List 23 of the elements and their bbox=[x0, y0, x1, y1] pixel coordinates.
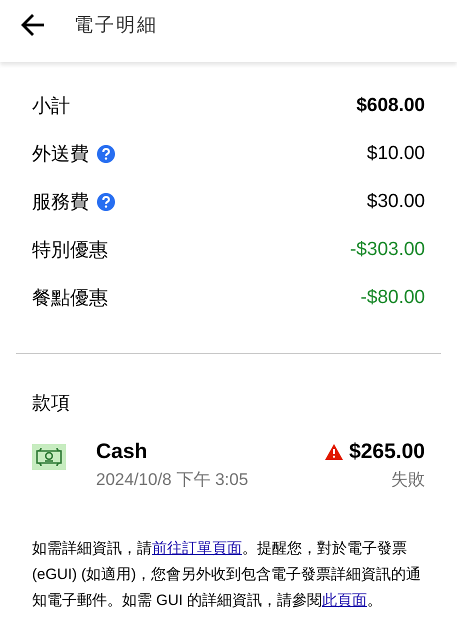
fee-label: 餐點優惠 bbox=[32, 287, 108, 311]
fee-amount: $608.00 bbox=[356, 95, 425, 117]
fee-amount: $10.00 bbox=[366, 143, 425, 165]
payment-method: Cash bbox=[96, 439, 148, 465]
fee-amount: $30.00 bbox=[366, 191, 425, 213]
help-icon[interactable] bbox=[97, 145, 115, 163]
page-link[interactable]: 此頁面 bbox=[322, 592, 368, 609]
info-paragraph: 如需詳細資訊，請前往訂單頁面。提醒您，對於電子發票 (eGUI) (如適用)，您會另外收到包含電子發票詳細資訊的通知電子郵件。如需 GUI 的詳細資訊，請參閱此頁面。 bbox=[32, 539, 422, 611]
fee-amount: -$80.00 bbox=[360, 287, 425, 309]
fee-label: 外送費 bbox=[32, 143, 89, 167]
page-link[interactable]: 前往訂單頁面 bbox=[152, 540, 242, 557]
back-icon[interactable] bbox=[20, 12, 46, 38]
payment-amount: $265.00 bbox=[349, 439, 425, 465]
cash-icon bbox=[32, 444, 66, 470]
fee-amount: -$303.00 bbox=[350, 239, 425, 261]
section-heading: 款項 bbox=[32, 392, 71, 416]
payment-time: 2024/10/8 下午 3:05 bbox=[96, 469, 248, 491]
fee-label: 服務費 bbox=[32, 191, 89, 215]
fee-label: 特別優惠 bbox=[32, 239, 108, 263]
page-title: 電子明細 bbox=[74, 13, 158, 38]
payment-status: 失敗 bbox=[391, 469, 425, 491]
fee-label: 小計 bbox=[32, 95, 70, 119]
help-icon[interactable] bbox=[97, 193, 115, 211]
